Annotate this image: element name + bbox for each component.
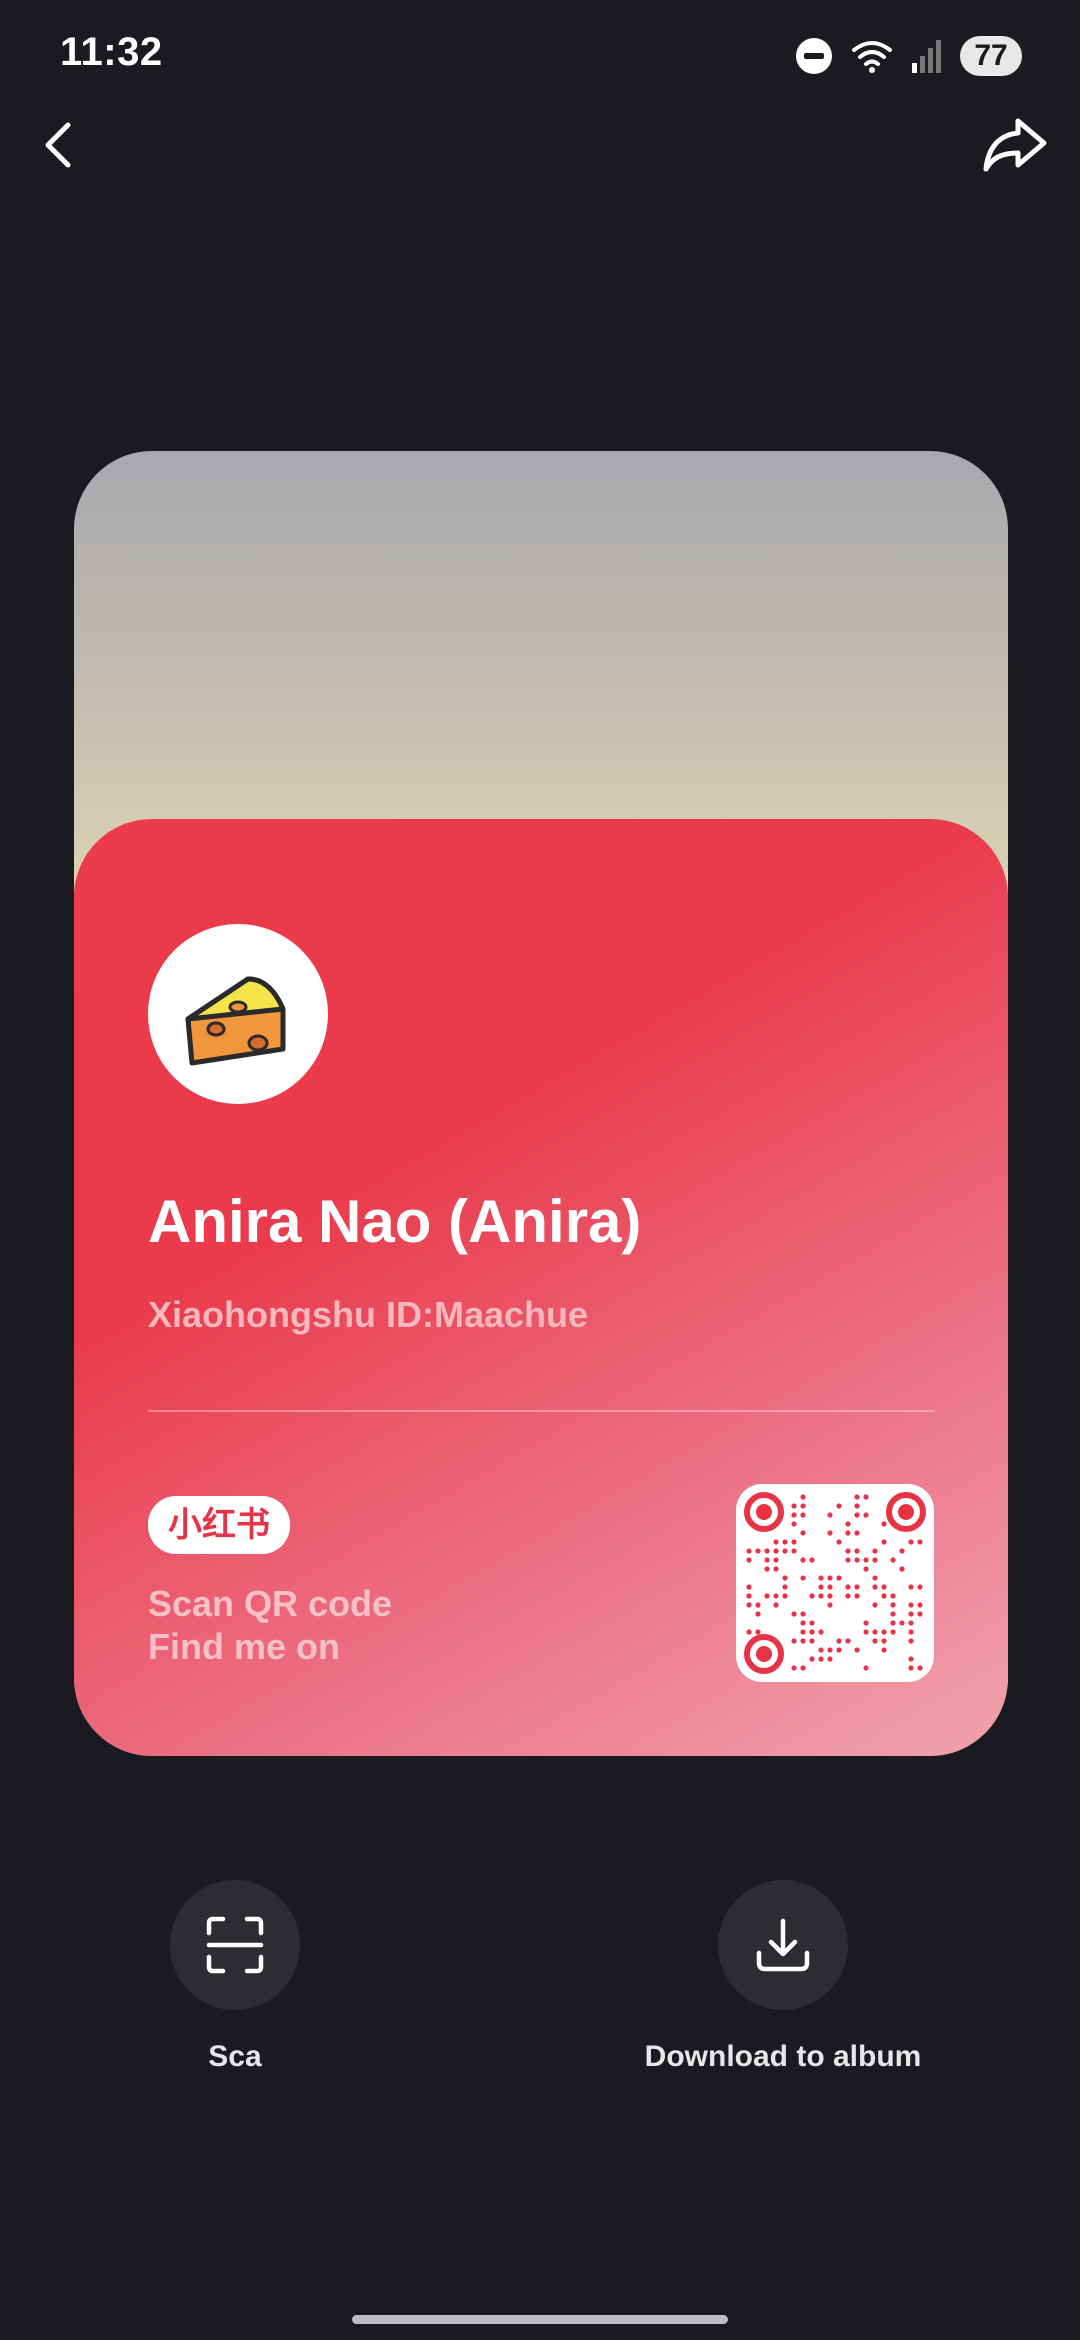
status-time: 11:32 (60, 30, 163, 74)
profile-card: Anira Nao (Anira) Xiaohongshu ID:Maachue… (74, 451, 1008, 1756)
battery-icon: 77 (960, 36, 1022, 76)
scan-label: Sca (208, 2040, 262, 2073)
cellular-signal-icon (912, 40, 941, 73)
scan-instruction-line1: Scan QR code (148, 1583, 393, 1624)
wifi-icon (852, 41, 892, 73)
card-red-panel: Anira Nao (Anira) Xiaohongshu ID:Maachue… (74, 819, 1008, 1756)
scan-icon (206, 1916, 264, 1974)
back-button[interactable] (30, 115, 90, 175)
download-icon (756, 1918, 810, 1972)
home-indicator[interactable] (352, 2315, 728, 2324)
status-icons: 77 (796, 30, 1022, 82)
brand-logo: 小红书 (148, 1496, 290, 1554)
download-button[interactable] (718, 1880, 848, 2010)
do-not-disturb-icon (796, 38, 832, 74)
download-label: Download to album (644, 2040, 922, 2073)
scan-instruction-line2: Find me on (148, 1626, 340, 1667)
share-button[interactable] (980, 115, 1050, 175)
divider (148, 1410, 934, 1412)
qr-code (736, 1484, 934, 1682)
profile-name: Anira Nao (Anira) (148, 1188, 642, 1255)
share-arrow-icon (983, 118, 1047, 172)
scan-button[interactable] (170, 1880, 300, 2010)
chevron-left-icon (45, 122, 71, 168)
cheese-icon (185, 976, 286, 1066)
profile-id: Xiaohongshu ID:Maachue (148, 1294, 589, 1335)
qr-card-screen: 11:32 77 Anira Nao (Anira) Xiaohongshu I… (0, 0, 1080, 2340)
avatar (148, 924, 328, 1104)
